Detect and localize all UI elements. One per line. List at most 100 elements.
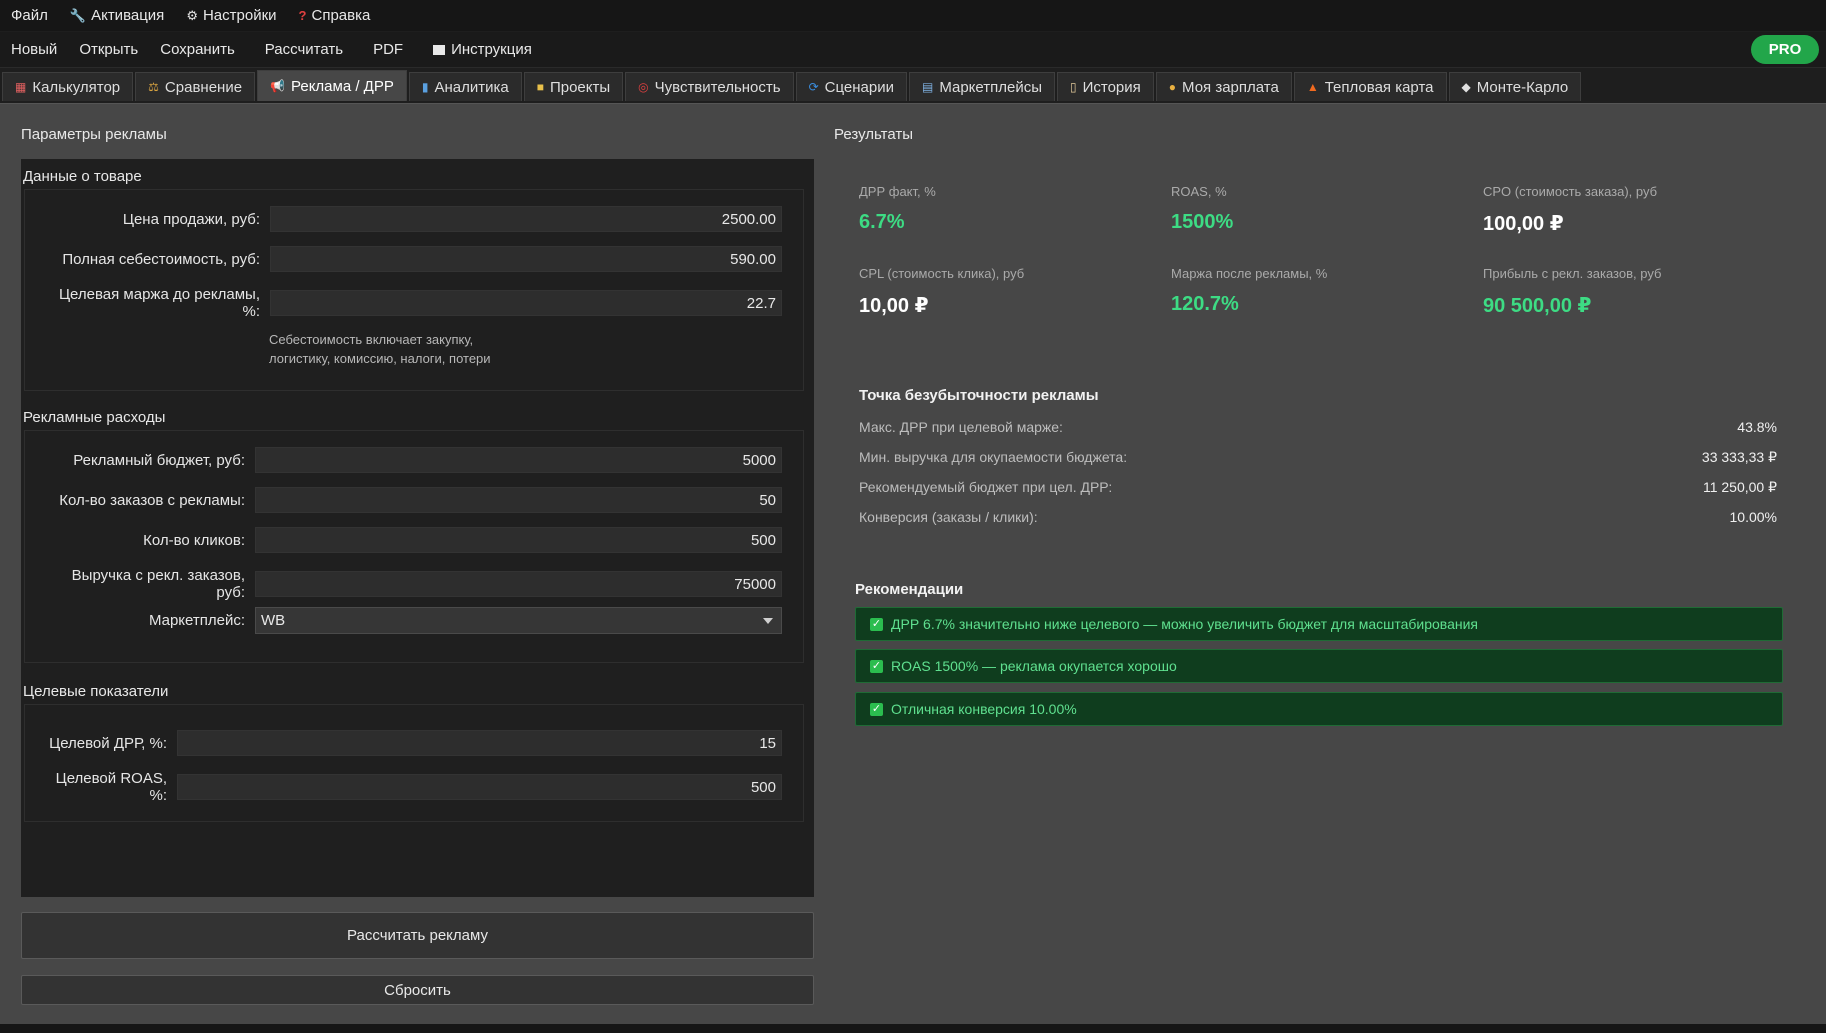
target-drr-label: Целевой ДРР, %: <box>49 734 167 752</box>
status-bar <box>0 1024 1826 1033</box>
budget-input[interactable]: 5000 <box>255 447 782 473</box>
tab-label: Чувствительность <box>654 78 781 96</box>
menu-settings-label: Настройки <box>202 7 277 24</box>
breakeven-label: Мин. выручка для окупаемости бюджета: <box>859 449 1128 465</box>
gear-icon: ⚙ <box>186 7 198 23</box>
cost-row: Полная себестоимость, руб: 590.00 <box>41 246 782 272</box>
price-input[interactable]: 2500.00 <box>270 206 782 232</box>
menu-bar: Файл 🔧 Активация ⚙ Настройки ? Справка <box>0 0 1826 31</box>
recommendation-text: ROAS 1500% — реклама окупается хорошо <box>891 658 1177 674</box>
new-button[interactable]: Новый <box>0 41 68 58</box>
target-roas-input[interactable]: 500 <box>177 774 782 800</box>
tab-ads-drr[interactable]: 📢 Реклама / ДРР <box>257 70 407 101</box>
params-title: Параметры рекламы <box>21 126 167 143</box>
menu-settings[interactable]: ⚙ Настройки <box>175 0 287 31</box>
marketplace-select[interactable]: WB <box>255 607 782 634</box>
price-row: Цена продажи, руб: 2500.00 <box>41 206 782 232</box>
tab-monte-carlo[interactable]: ◆ Монте-Карло <box>1448 72 1582 101</box>
breakeven-row: Мин. выручка для окупаемости бюджета: 33… <box>859 449 1777 466</box>
check-icon: ✓ <box>870 702 883 716</box>
margin-row: Целевая маржа до рекламы, %: 22.7 <box>41 286 782 320</box>
orders-label: Кол-во заказов с рекламы: <box>59 491 245 509</box>
budget-label: Рекламный бюджет, руб: <box>73 451 245 469</box>
orders-input[interactable]: 50 <box>255 487 782 513</box>
breakeven-row: Конверсия (заказы / клики): 10.00% <box>859 509 1777 525</box>
target-drr-row: Целевой ДРР, %: 15 <box>41 730 782 756</box>
margin-input[interactable]: 22.7 <box>270 290 782 316</box>
breakeven-label: Конверсия (заказы / клики): <box>859 509 1038 525</box>
target-drr-input[interactable]: 15 <box>177 730 782 756</box>
calculate-button-label: Рассчитать <box>264 41 344 58</box>
shop-icon: ▤ <box>921 80 934 94</box>
cpl-value: 10,00 ₽ <box>859 295 929 317</box>
menu-activation[interactable]: 🔧 Активация <box>59 0 175 31</box>
save-button-label: Сохранить <box>160 41 235 58</box>
targets-group <box>24 704 804 822</box>
targets-group-title: Целевые показатели <box>23 683 169 700</box>
recommendation-item: ✓ ДРР 6.7% значительно ниже целевого — м… <box>855 607 1783 641</box>
open-button[interactable]: Открыть <box>68 41 149 58</box>
roas-label: ROAS, % <box>1171 184 1227 199</box>
recommendation-text: Отличная конверсия 10.00% <box>891 701 1077 717</box>
tab-heatmap[interactable]: ▲ Тепловая карта <box>1293 72 1447 101</box>
tab-label: Монте-Карло <box>1476 78 1569 96</box>
tab-history[interactable]: ▯ История <box>1057 72 1154 101</box>
tab-projects[interactable]: ■ Проекты <box>523 72 624 101</box>
book-icon <box>433 44 446 55</box>
calculate-ads-button[interactable]: Рассчитать рекламу <box>21 912 814 959</box>
pro-badge[interactable]: PRO <box>1751 35 1819 64</box>
chart-icon: ▮ <box>421 80 429 94</box>
cost-input[interactable]: 590.00 <box>270 246 782 272</box>
breakeven-row: Макс. ДРР при целевой марже: 43.8% <box>859 419 1777 435</box>
menu-help[interactable]: ? Справка <box>288 0 382 31</box>
menu-help-label: Справка <box>311 7 371 24</box>
dice-icon: ◆ <box>1461 80 1471 94</box>
pdf-button[interactable]: PDF <box>362 41 414 58</box>
tab-label: Сценарии <box>824 78 894 96</box>
cpo-value: 100,00 ₽ <box>1483 213 1564 235</box>
tab-calculator[interactable]: ▦ Калькулятор <box>2 72 134 101</box>
revenue-input[interactable]: 75000 <box>255 571 782 597</box>
tab-label: Аналитика <box>434 78 509 96</box>
target-roas-label: Целевой ROAS, %: <box>55 770 167 804</box>
scroll-icon: ▯ <box>1070 80 1077 94</box>
pdf-button-label: PDF <box>373 41 404 58</box>
calculate-button[interactable]: Рассчитать <box>254 41 354 58</box>
clicks-input[interactable]: 500 <box>255 527 782 553</box>
tab-label: Реклама / ДРР <box>291 77 394 95</box>
tab-marketplaces[interactable]: ▤ Маркетплейсы <box>908 72 1055 101</box>
margin-after-value: 120.7% <box>1171 293 1239 315</box>
tab-label: История <box>1082 78 1141 96</box>
tab-scenarios[interactable]: ⟳ Сценарии <box>795 72 907 101</box>
tab-sensitivity[interactable]: ◎ Чувствительность <box>625 72 794 101</box>
instructions-button[interactable]: Инструкция <box>422 41 543 58</box>
reset-button[interactable]: Сбросить <box>21 975 814 1005</box>
breakeven-label: Рекомендуемый бюджет при цел. ДРР: <box>859 479 1113 495</box>
save-button[interactable]: Сохранить <box>149 41 246 58</box>
check-icon: ✓ <box>870 659 883 673</box>
question-icon: ? <box>298 8 307 23</box>
drr-fact-label: ДРР факт, % <box>859 184 936 199</box>
toolbar: Новый Открыть Сохранить Рассчитать PDF И… <box>0 32 1826 68</box>
results-title: Результаты <box>834 126 913 143</box>
margin-after-label: Маржа после рекламы, % <box>1171 266 1328 281</box>
profit-label: Прибыль с рекл. заказов, руб <box>1483 266 1662 281</box>
recommendation-item: ✓ Отличная конверсия 10.00% <box>855 692 1783 726</box>
menu-file[interactable]: Файл <box>0 0 59 31</box>
tab-label: Сравнение <box>164 78 243 96</box>
scales-icon: ⚖ <box>148 80 159 94</box>
money-bag-icon: ● <box>1168 80 1177 94</box>
breakeven-value: 11 250,00 ₽ <box>1702 479 1777 495</box>
breakeven-value: 33 333,33 ₽ <box>1701 449 1777 465</box>
product-group-title: Данные о товаре <box>23 168 142 185</box>
marketplace-row: Маркетплейс: WB <box>41 607 782 634</box>
tab-analytics[interactable]: ▮ Аналитика <box>408 72 522 101</box>
target-roas-row: Целевой ROAS, %: 500 <box>41 770 782 804</box>
cpl-label: CPL (стоимость клика), руб <box>859 266 1025 281</box>
marketplace-label: Маркетплейс: <box>148 612 245 629</box>
tab-label: Моя зарплата <box>1182 78 1279 96</box>
tab-salary[interactable]: ● Моя зарплата <box>1155 72 1292 101</box>
cost-note-line2: логистику, комиссию, налоги, потери <box>269 351 491 366</box>
profit-value: 90 500,00 ₽ <box>1483 295 1592 317</box>
tab-comparison[interactable]: ⚖ Сравнение <box>135 72 256 101</box>
